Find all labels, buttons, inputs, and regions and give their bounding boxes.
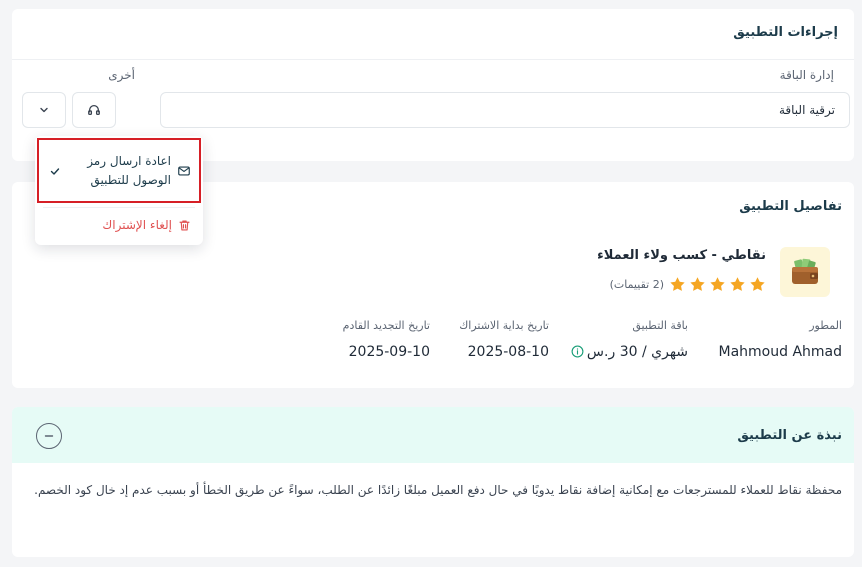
developer-value: Mahmoud Ahmad	[718, 344, 843, 360]
start-date-value: 2025-08-10	[467, 344, 549, 360]
about-app-description: محفظة نقاط للعملاء للمسترجعات مع إمكانية…	[34, 483, 842, 497]
star-icon	[710, 277, 725, 291]
other-actions-menu: اعادة ارسال رمز الوصول للتطبيق إلغاء الإ…	[35, 136, 203, 245]
plan-value: شهري / 30 ر.س	[586, 344, 688, 360]
other-label: أخرى	[108, 68, 135, 82]
mail-send-icon	[178, 165, 190, 176]
other-actions-toggle[interactable]	[22, 92, 66, 128]
plan-action-select-value: ترقية الباقة	[778, 103, 835, 117]
developer-label: المطور	[809, 319, 842, 332]
renewal-date-value: 2025-09-10	[348, 344, 430, 360]
star-icon	[730, 277, 745, 291]
start-date-label: تاريخ بداية الاشتراك	[459, 319, 549, 332]
minus-icon	[44, 435, 54, 437]
renewal-date-label: تاريخ التجديد القادم	[342, 319, 430, 332]
wallet-icon	[792, 258, 818, 284]
plan-label: باقة التطبيق	[632, 319, 688, 332]
headset-icon	[88, 104, 100, 116]
trash-icon	[179, 219, 190, 231]
plan-action-select[interactable]: ترقية الباقة	[160, 92, 850, 128]
menu-item-resend-label: اعادة ارسال رمز الوصول للتطبيق	[87, 153, 171, 187]
star-icon	[750, 277, 765, 291]
menu-item-cancel-label: إلغاء الإشتراك	[102, 218, 172, 232]
rating-stars	[669, 276, 766, 293]
app-name: نقاطي - كسب ولاء العملاء	[597, 248, 766, 263]
manage-plan-label: إدارة الباقة	[779, 68, 834, 82]
menu-item-resend-access-code[interactable]: اعادة ارسال رمز الوصول للتطبيق	[37, 138, 201, 203]
collapse-button[interactable]	[36, 423, 62, 449]
info-icon[interactable]	[571, 345, 584, 358]
about-app-header[interactable]: نبذة عن التطبيق	[12, 407, 854, 463]
rating-count: (2 تقييمات)	[609, 278, 664, 291]
support-button[interactable]	[72, 92, 116, 128]
menu-item-cancel-subscription[interactable]: إلغاء الإشتراك	[37, 212, 201, 238]
chevron-down-icon	[40, 107, 48, 113]
star-icon	[670, 277, 685, 291]
star-icon	[690, 277, 705, 291]
menu-divider	[43, 207, 195, 208]
about-app-card: نبذة عن التطبيق محفظة نقاط للعملاء للمست…	[12, 407, 854, 557]
app-details-title: تفاصيل التطبيق	[739, 199, 842, 214]
app-actions-title: إجراءات التطبيق	[12, 9, 854, 60]
about-app-title: نبذة عن التطبيق	[737, 428, 842, 443]
check-icon	[50, 167, 60, 175]
app-logo	[780, 247, 830, 297]
